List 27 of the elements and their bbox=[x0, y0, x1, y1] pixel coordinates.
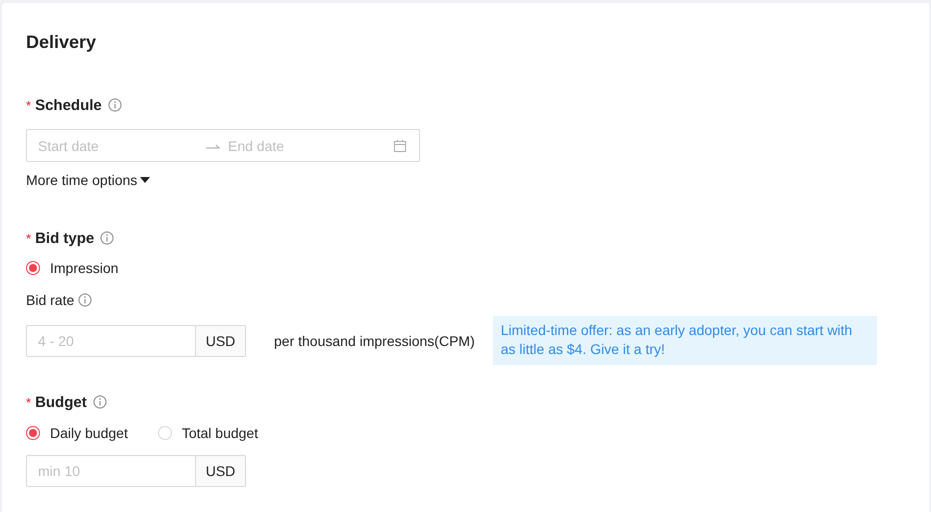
field-label: Bid type bbox=[35, 230, 94, 246]
unit-description: per thousand impressions(CPM) bbox=[274, 332, 475, 348]
more-options-link[interactable]: More time options bbox=[26, 172, 150, 188]
input-field[interactable]: min 10 bbox=[26, 455, 196, 487]
required-mark: * bbox=[26, 230, 32, 246]
radio-button[interactable] bbox=[26, 261, 40, 275]
info-icon bbox=[78, 293, 92, 307]
date-range-field[interactable]: Start date End date bbox=[26, 129, 420, 162]
caret-icon bbox=[140, 176, 150, 184]
radio-button[interactable] bbox=[26, 426, 40, 440]
input-field[interactable]: 4 - 20 bbox=[26, 324, 196, 356]
required-mark: * bbox=[26, 98, 32, 112]
info-icon bbox=[100, 231, 114, 245]
info-icon bbox=[92, 395, 107, 409]
field-label: Schedule bbox=[35, 96, 102, 114]
radio-label[interactable]: Daily budget bbox=[50, 425, 128, 441]
info-banner: Limited-time offer: as an early adopter, you can start with as little as $4. Give it a try! bbox=[492, 316, 877, 365]
section-title: Delivery bbox=[26, 31, 98, 53]
calendar-icon bbox=[393, 138, 407, 152]
radio-label[interactable]: Impression bbox=[50, 260, 118, 276]
unit-addon: USD bbox=[196, 455, 246, 487]
unit-addon: USD bbox=[196, 324, 246, 356]
field-label: Bid rate bbox=[26, 292, 74, 308]
field-label: Budget bbox=[35, 394, 87, 410]
required-mark: * bbox=[26, 394, 32, 410]
info-icon bbox=[108, 98, 122, 112]
radio-label[interactable]: Total budget bbox=[182, 425, 258, 441]
